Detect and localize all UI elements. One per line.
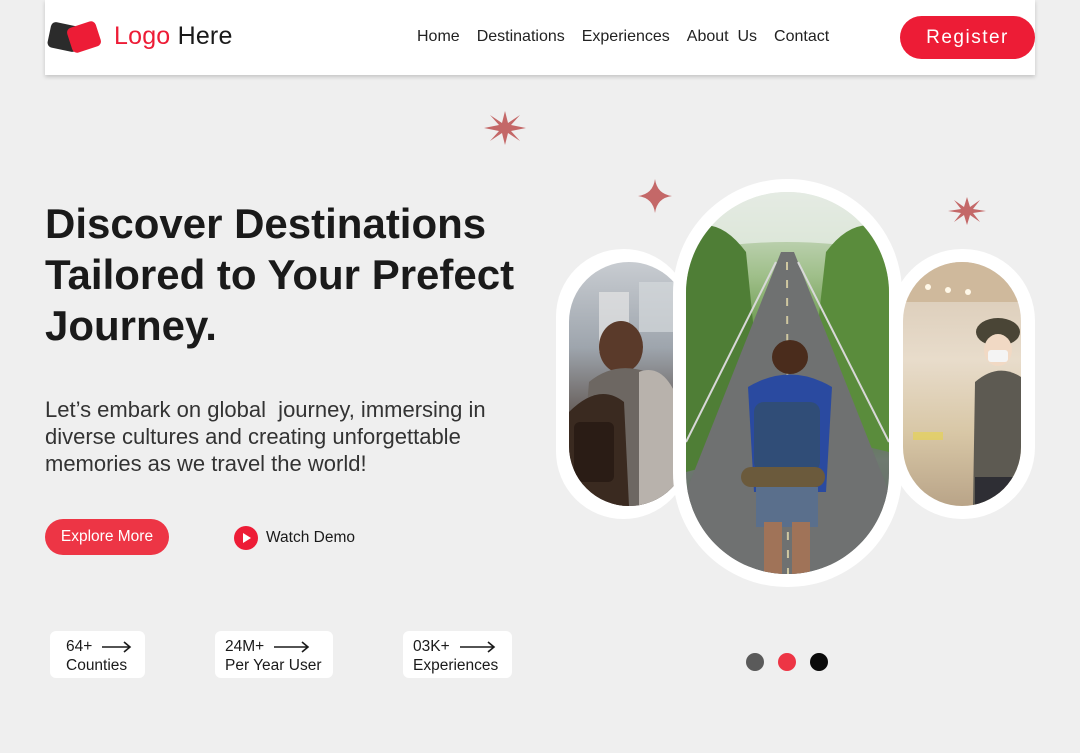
- explore-more-button[interactable]: Explore More: [45, 519, 169, 555]
- stat-value: 24M+: [225, 638, 265, 655]
- hero-description: Let’s embark on global journey, immersin…: [45, 396, 545, 477]
- stat-value: 64+: [66, 638, 93, 655]
- top-navbar: Logo Here Home Destinations Experiences …: [45, 0, 1035, 75]
- traveler-photo-right: [903, 262, 1021, 506]
- hero-description-line: Let’s embark on global journey, immersin…: [45, 397, 486, 422]
- arrow-right-icon: [274, 640, 310, 653]
- arrow-right-icon: [459, 640, 495, 653]
- photo-frame-center: [673, 179, 902, 587]
- star-icon: [484, 111, 526, 145]
- nav-item-home[interactable]: Home: [417, 28, 460, 46]
- stat-card-experiences: 03K+ Experiences: [403, 631, 512, 678]
- nav-menu: Home Destinations Experiences About Us C…: [417, 28, 829, 46]
- traveler-photo-center: [686, 192, 889, 574]
- logo-text-rest: Here: [170, 22, 233, 50]
- stat-label: Per Year User: [225, 657, 322, 674]
- carousel-dots: [746, 653, 828, 671]
- stat-card-users: 24M+ Per Year User: [215, 631, 333, 678]
- hero-description-line: diverse cultures and creating unforgetta…: [45, 424, 461, 449]
- stat-label: Counties: [66, 657, 128, 674]
- star-icon: [948, 197, 986, 225]
- hero-description-line: memories as we travel the world!: [45, 451, 367, 476]
- watch-demo-label: Watch Demo: [266, 529, 356, 546]
- carousel-dot-active[interactable]: [778, 653, 796, 671]
- traveler-photo-left: [569, 262, 689, 506]
- play-icon: [234, 526, 258, 550]
- hero-title-line: Tailored to Your Prefect: [45, 251, 515, 298]
- carousel-dot[interactable]: [810, 653, 828, 671]
- nav-item-about-us[interactable]: About Us: [687, 28, 757, 46]
- hero-title-line: Journey.: [45, 302, 217, 349]
- logo-text[interactable]: Logo Here: [114, 22, 233, 51]
- register-button[interactable]: Register: [900, 16, 1035, 59]
- logo-icon[interactable]: [47, 18, 103, 58]
- nav-item-contact[interactable]: Contact: [774, 28, 829, 46]
- photo-frame-right: [890, 249, 1035, 519]
- hero-title: Discover Destinations Tailored to Your P…: [45, 198, 565, 351]
- photo-frame-left: [556, 249, 691, 519]
- logo-text-accent: Logo: [114, 22, 171, 50]
- watch-demo-button[interactable]: Watch Demo: [234, 526, 355, 550]
- nav-item-experiences[interactable]: Experiences: [582, 28, 670, 46]
- stat-value: 03K+: [413, 638, 450, 655]
- arrow-right-icon: [102, 640, 132, 653]
- hero-title-line: Discover Destinations: [45, 200, 487, 247]
- stat-label: Experiences: [413, 657, 499, 674]
- stat-card-countries: 64+ Counties: [50, 631, 145, 678]
- carousel-dot[interactable]: [746, 653, 764, 671]
- nav-item-destinations[interactable]: Destinations: [477, 28, 565, 46]
- star-icon: [638, 179, 672, 213]
